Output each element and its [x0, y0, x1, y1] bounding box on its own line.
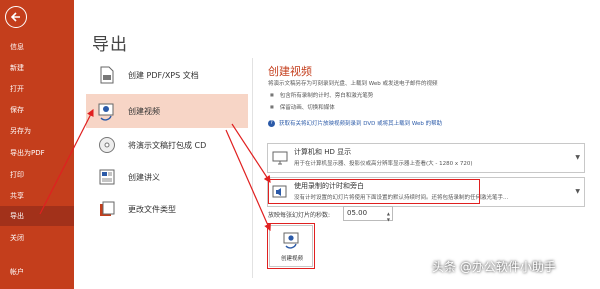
annotation-arrows: [39, 108, 271, 232]
arrow-to-timing: [231, 123, 271, 184]
watermark: 头条 @办公软件小助手: [432, 260, 556, 274]
arrow-to-create-button: [225, 129, 271, 232]
arrow-to-create-video: [39, 108, 94, 215]
